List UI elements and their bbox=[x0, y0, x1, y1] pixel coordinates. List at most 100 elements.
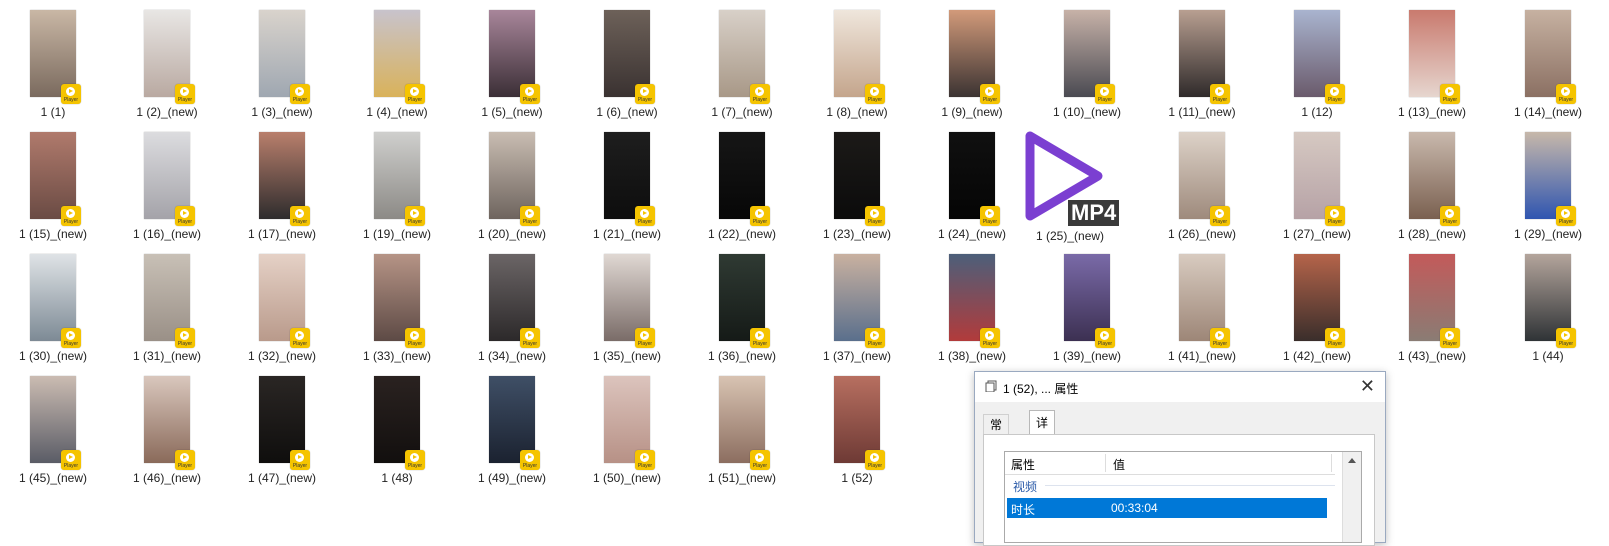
file-item[interactable]: Player 1 (13)_(new) bbox=[1373, 0, 1491, 120]
file-item[interactable]: Player 1 (11)_(new) bbox=[1143, 0, 1261, 120]
file-item[interactable]: Player 1 (51)_(new) bbox=[683, 366, 801, 486]
player-badge-icon: Player bbox=[1210, 328, 1230, 348]
play-icon bbox=[525, 87, 534, 96]
file-item[interactable]: Player 1 (32)_(new) bbox=[223, 244, 341, 364]
list-row-duration[interactable]: 时长 00:33:04 bbox=[1007, 498, 1327, 518]
badge-label: Player bbox=[63, 463, 79, 469]
file-item[interactable]: Player 1 (34)_(new) bbox=[453, 244, 571, 364]
player-badge-icon: Player bbox=[175, 84, 195, 104]
file-item[interactable]: Player 1 (44) bbox=[1489, 244, 1607, 364]
file-item[interactable]: Player 1 (33)_(new) bbox=[338, 244, 456, 364]
file-item[interactable]: Player 1 (26)_(new) bbox=[1143, 122, 1261, 242]
file-label: 1 (19)_(new) bbox=[362, 227, 432, 241]
file-item[interactable]: Player 1 (17)_(new) bbox=[223, 122, 341, 242]
file-item[interactable]: Player 1 (29)_(new) bbox=[1489, 122, 1607, 242]
play-icon bbox=[640, 331, 649, 340]
file-item[interactable]: Player 1 (10)_(new) bbox=[1028, 0, 1146, 120]
player-badge-icon: Player bbox=[520, 450, 540, 470]
file-item[interactable]: Player 1 (4)_(new) bbox=[338, 0, 456, 120]
badge-label: Player bbox=[1327, 341, 1343, 347]
file-item[interactable]: Player 1 (47)_(new) bbox=[223, 366, 341, 486]
file-item[interactable]: Player 1 (42)_(new) bbox=[1258, 244, 1376, 364]
play-icon bbox=[1330, 331, 1339, 340]
player-badge-icon: Player bbox=[1210, 84, 1230, 104]
file-label: 1 (1) bbox=[40, 105, 66, 119]
badge-label: Player bbox=[177, 463, 193, 469]
play-icon bbox=[180, 331, 189, 340]
file-item[interactable]: Player 1 (52) bbox=[798, 366, 916, 486]
file-label: 1 (4)_(new) bbox=[366, 105, 428, 119]
tab-details[interactable]: 详细信息 bbox=[1029, 410, 1056, 502]
close-icon[interactable]: ✕ bbox=[1360, 376, 1375, 397]
scroll-up-icon[interactable] bbox=[1348, 458, 1356, 463]
badge-label: Player bbox=[752, 97, 768, 103]
column-header-value[interactable]: 值 bbox=[1113, 456, 1125, 473]
column-header-property[interactable]: 属性 bbox=[1011, 456, 1035, 473]
badge-label: Player bbox=[292, 463, 308, 469]
file-item[interactable]: Player 1 (9)_(new) bbox=[913, 0, 1031, 120]
badge-label: Player bbox=[407, 463, 423, 469]
file-item[interactable]: Player 1 (49)_(new) bbox=[453, 366, 571, 486]
file-item[interactable]: Player 1 (14)_(new) bbox=[1489, 0, 1607, 120]
play-icon bbox=[525, 209, 534, 218]
file-item[interactable]: Player 1 (31)_(new) bbox=[108, 244, 226, 364]
group-divider bbox=[1045, 485, 1335, 486]
badge-label: Player bbox=[407, 341, 423, 347]
file-item[interactable]: Player 1 (41)_(new) bbox=[1143, 244, 1261, 364]
badge-label: Player bbox=[982, 97, 998, 103]
file-item[interactable]: Player 1 (38)_(new) bbox=[913, 244, 1031, 364]
badge-label: Player bbox=[522, 341, 538, 347]
badge-label: Player bbox=[177, 219, 193, 225]
file-item[interactable]: Player 1 (36)_(new) bbox=[683, 244, 801, 364]
file-item[interactable]: Player 1 (23)_(new) bbox=[798, 122, 916, 242]
player-badge-icon: Player bbox=[520, 84, 540, 104]
file-label: 1 (17)_(new) bbox=[247, 227, 317, 241]
file-item[interactable]: Player 1 (20)_(new) bbox=[453, 122, 571, 242]
file-item[interactable]: Player 1 (35)_(new) bbox=[568, 244, 686, 364]
player-badge-icon: Player bbox=[865, 84, 885, 104]
file-item[interactable]: Player 1 (39)_(new) bbox=[1028, 244, 1146, 364]
file-label: 1 (31)_(new) bbox=[132, 349, 202, 363]
play-icon bbox=[410, 453, 419, 462]
play-icon bbox=[66, 87, 75, 96]
file-item[interactable]: Player 1 (19)_(new) bbox=[338, 122, 456, 242]
file-item[interactable]: Player 1 (45)_(new) bbox=[0, 366, 112, 486]
vertical-scrollbar[interactable] bbox=[1342, 452, 1361, 542]
badge-label: Player bbox=[867, 463, 883, 469]
player-badge-icon: Player bbox=[61, 450, 81, 470]
file-item[interactable]: Player 1 (8)_(new) bbox=[798, 0, 916, 120]
file-item[interactable]: Player 1 (16)_(new) bbox=[108, 122, 226, 242]
file-item[interactable]: Player 1 (6)_(new) bbox=[568, 0, 686, 120]
play-icon bbox=[1445, 87, 1454, 96]
file-item[interactable]: Player 1 (30)_(new) bbox=[0, 244, 112, 364]
file-item[interactable]: Player 1 (5)_(new) bbox=[453, 0, 571, 120]
file-item[interactable]: Player 1 (50)_(new) bbox=[568, 366, 686, 486]
player-badge-icon: Player bbox=[750, 450, 770, 470]
file-item[interactable]: Player 1 (37)_(new) bbox=[798, 244, 916, 364]
file-item[interactable]: Player 1 (27)_(new) bbox=[1258, 122, 1376, 242]
player-badge-icon: Player bbox=[290, 450, 310, 470]
file-item[interactable]: Player 1 (24)_(new) bbox=[913, 122, 1031, 242]
player-badge-icon: Player bbox=[405, 450, 425, 470]
file-item[interactable]: Player 1 (2)_(new) bbox=[108, 0, 226, 120]
file-item[interactable]: Player 1 (12) bbox=[1258, 0, 1376, 120]
file-label: 1 (2)_(new) bbox=[136, 105, 198, 119]
file-item[interactable]: Player 1 (7)_(new) bbox=[683, 0, 801, 120]
file-item[interactable]: Player 1 (21)_(new) bbox=[568, 122, 686, 242]
badge-label: Player bbox=[292, 97, 308, 103]
file-item[interactable]: Player 1 (3)_(new) bbox=[223, 0, 341, 120]
tab-general[interactable]: 常规 bbox=[983, 414, 1010, 452]
file-item[interactable]: Player 1 (15)_(new) bbox=[0, 122, 112, 242]
play-icon bbox=[1445, 331, 1454, 340]
file-item[interactable]: Player 1 (43)_(new) bbox=[1373, 244, 1491, 364]
file-label: 1 (25)_(new) bbox=[1036, 229, 1105, 243]
play-icon bbox=[985, 87, 994, 96]
file-label: 1 (37)_(new) bbox=[822, 349, 892, 363]
file-item[interactable]: Player 1 (48) bbox=[338, 366, 456, 486]
file-item[interactable]: Player 1 (28)_(new) bbox=[1373, 122, 1491, 242]
file-item[interactable]: Player 1 (46)_(new) bbox=[108, 366, 226, 486]
file-item[interactable]: Player 1 (1) bbox=[0, 0, 112, 120]
file-item[interactable]: Player 1 (22)_(new) bbox=[683, 122, 801, 242]
badge-label: Player bbox=[177, 97, 193, 103]
mp4-file-icon[interactable]: MP4 bbox=[1020, 128, 1130, 230]
